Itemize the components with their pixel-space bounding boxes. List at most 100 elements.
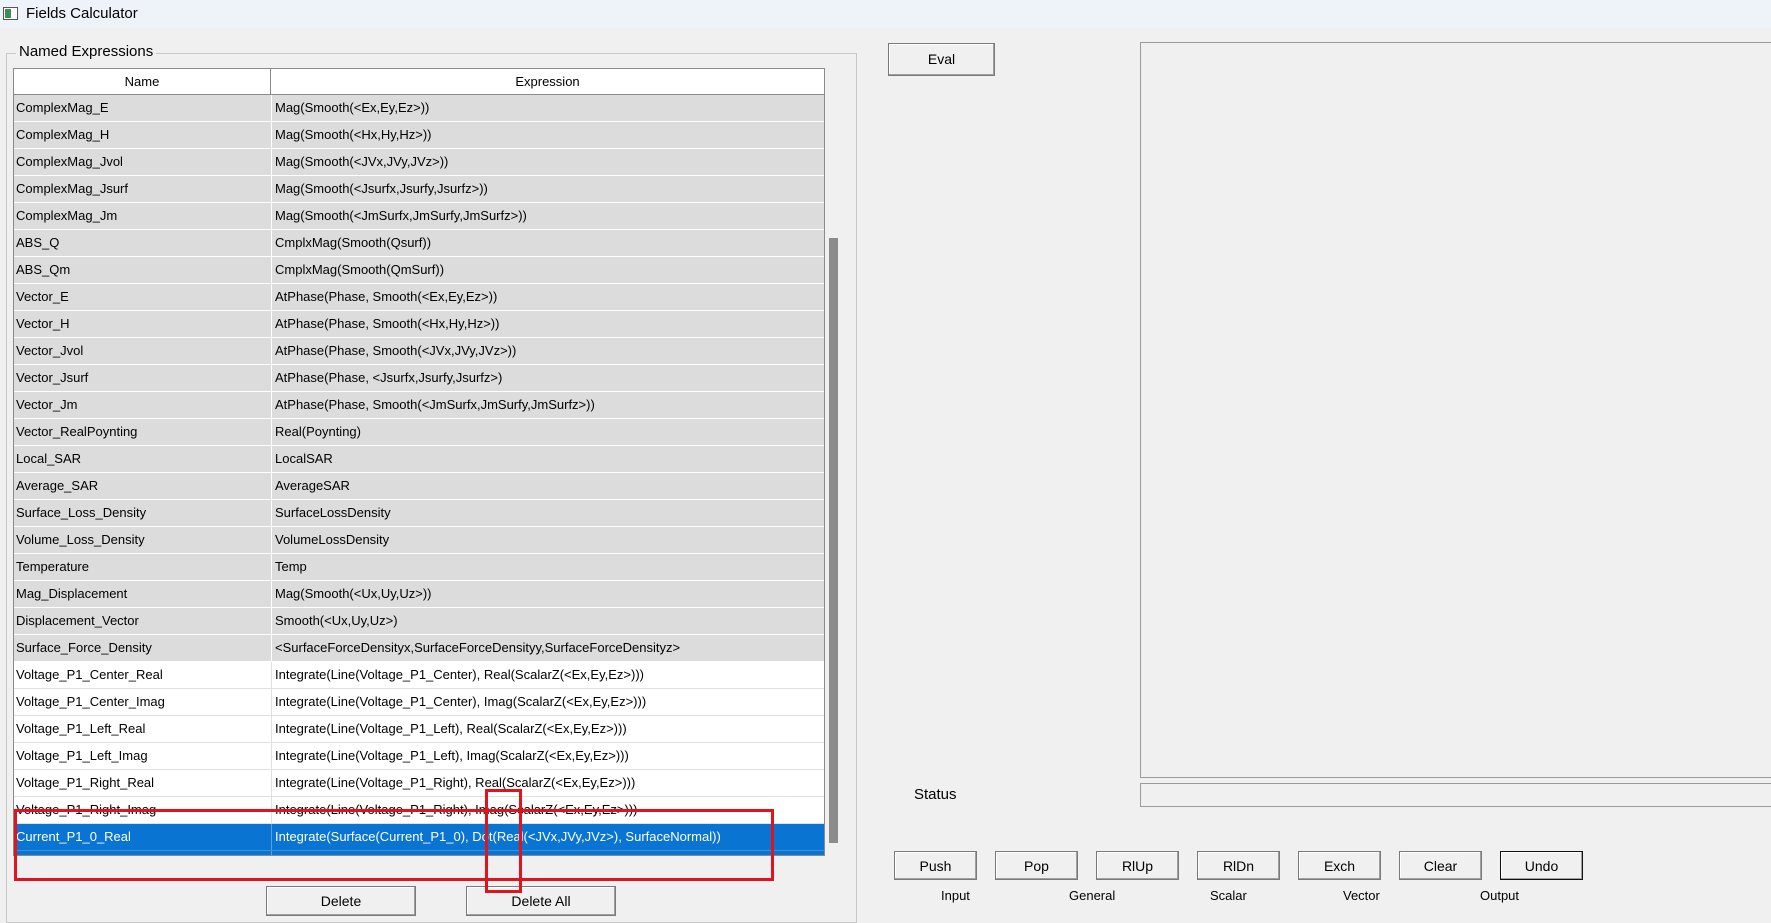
table-row[interactable]: Voltage_P1_Left_Real Integrate(Line(Volta…: [14, 716, 824, 743]
table-row[interactable]: Voltage_P1_Center_Imag Integrate(Line(Vol…: [14, 689, 824, 716]
scrollbar-thumb[interactable]: [829, 238, 838, 843]
cell-expression: Integrate(Line(Voltage_P1_Left), Real(Sc…: [271, 716, 824, 742]
table-row[interactable]: Volume_Loss_Density VolumeLossDensity: [14, 527, 824, 554]
push-button[interactable]: Push: [894, 851, 977, 880]
table-row[interactable]: Current_P1_0_Real Integrate(Surface(Curre…: [14, 824, 824, 851]
table-row[interactable]: Average_SAR AverageSAR: [14, 473, 824, 500]
cell-expression: VolumeLossDensity: [271, 527, 824, 553]
table-body: ComplexMag_E Mag(Smooth(<Ex,Ey,Ez>)) Compl…: [14, 95, 824, 855]
cell-name: ComplexMag_E: [16, 100, 109, 115]
cell-name: Vector_H: [16, 316, 70, 331]
table-row[interactable]: Vector_Jsurf AtPhase(Phase, <Jsurfx,Jsurf…: [14, 365, 824, 392]
cell-name: Local_SAR: [16, 451, 82, 466]
table-row[interactable]: ABS_Qm CmplxMag(Smooth(QmSurf)): [14, 257, 824, 284]
exch-button[interactable]: Exch: [1298, 851, 1381, 880]
cell-expression: Integrate(Line(Voltage_P1_Right), Real(S…: [271, 770, 824, 796]
cell-expression: Integrate(Line(Voltage_P1_Center), Imag(…: [271, 689, 824, 715]
table-header: Name Expression: [14, 69, 824, 95]
category-vector[interactable]: Vector: [1343, 888, 1380, 903]
table-row[interactable]: Displacement_Vector Smooth(<Ux,Uy,Uz>): [14, 608, 824, 635]
column-header-expression[interactable]: Expression: [271, 69, 824, 94]
table-row[interactable]: ABS_Q CmplxMag(Smooth(Qsurf)): [14, 230, 824, 257]
table-row[interactable]: ComplexMag_Jsurf Mag(Smooth(<Jsurfx,Jsurf…: [14, 176, 824, 203]
rlup-button[interactable]: RlUp: [1096, 851, 1179, 880]
cell-name: Average_SAR: [16, 478, 99, 493]
table-row[interactable]: Mag_Displacement Mag(Smooth(<Ux,Uy,Uz>)): [14, 581, 824, 608]
category-scalar[interactable]: Scalar: [1210, 888, 1247, 903]
cell-expression: SurfaceLossDensity: [271, 500, 824, 526]
cell-name: Vector_E: [16, 289, 69, 304]
table-row[interactable]: Voltage_P1_Left_Imag Integrate(Line(Volta…: [14, 743, 824, 770]
cell-name: Voltage_P1_Left_Imag: [16, 748, 148, 763]
cell-name: Voltage_P1_Center_Imag: [16, 694, 165, 709]
cell-expression: Mag(Smooth(<JVx,JVy,JVz>)): [271, 149, 824, 175]
cell-name: Voltage_P1_Right_Imag: [16, 802, 157, 817]
table-row[interactable]: Voltage_P1_Right_Real Integrate(Line(Volt…: [14, 770, 824, 797]
category-general[interactable]: General: [1069, 888, 1115, 903]
table-row[interactable]: Surface_Loss_Density SurfaceLossDensity: [14, 500, 824, 527]
table-row[interactable]: Temperature Temp: [14, 554, 824, 581]
table-row[interactable]: ComplexMag_Jvol Mag(Smooth(<JVx,JVy,JVz>)…: [14, 149, 824, 176]
cell-expression: Smooth(<Ux,Uy,Uz>): [271, 608, 824, 634]
table-row[interactable]: Local_SAR LocalSAR: [14, 446, 824, 473]
cell-name: Surface_Loss_Density: [16, 505, 147, 520]
table-row[interactable]: Vector_RealPoynting Real(Poynting): [14, 419, 824, 446]
cell-name: Voltage_P1_Right_Real: [16, 775, 155, 790]
category-input[interactable]: Input: [941, 888, 970, 903]
cell-expression: Temp: [271, 554, 824, 580]
cell-expression: Mag(Smooth(<Jsurfx,Jsurfy,Jsurfz>)): [271, 176, 824, 202]
cell-name: Surface_Force_Density: [16, 640, 152, 655]
named-expressions-table: Name Expression ComplexMag_E Mag(Smooth(<…: [13, 68, 825, 856]
cell-name: Vector_Jm: [16, 397, 78, 412]
eval-button[interactable]: Eval: [888, 43, 995, 76]
app-icon: [3, 7, 18, 20]
cell-expression: Integrate(Line(Voltage_P1_Right), Imag(S…: [271, 797, 824, 823]
clear-button[interactable]: Clear: [1399, 851, 1482, 880]
table-row[interactable]: Surface_Force_Density <SurfaceForceDensit…: [14, 635, 824, 662]
table-row[interactable]: Voltage_P1_Right_Imag Integrate(Line(Volt…: [14, 797, 824, 824]
cell-name: Vector_Jvol: [16, 343, 84, 358]
delete-button[interactable]: Delete: [266, 886, 416, 916]
cell-expression: <SurfaceForceDensityx,SurfaceForceDensit…: [271, 635, 824, 661]
delete-all-button[interactable]: Delete All: [466, 886, 616, 916]
table-row[interactable]: Vector_Jvol AtPhase(Phase, Smooth(<JVx,JV…: [14, 338, 824, 365]
cell-name: Vector_RealPoynting: [16, 424, 138, 439]
cell-expression: Real(Poynting): [271, 419, 824, 445]
named-expressions-label: Named Expressions: [16, 43, 157, 60]
cell-name: Volume_Loss_Density: [16, 532, 145, 547]
cell-name: ComplexMag_H: [16, 127, 110, 142]
cell-expression: CmplxMag(Smooth(Qsurf)): [271, 230, 824, 256]
window-title: Fields Calculator: [26, 5, 138, 22]
table-row[interactable]: Vector_E AtPhase(Phase, Smooth(<Ex,Ey,Ez>…: [14, 284, 824, 311]
cell-name: ComplexMag_Jvol: [16, 154, 123, 169]
cell-expression: Integrate(Surface(Current_P1_0), Dot(Rea…: [271, 824, 824, 850]
cell-name: Voltage_P1_Left_Real: [16, 721, 146, 736]
column-header-name[interactable]: Name: [14, 69, 271, 94]
table-row[interactable]: ComplexMag_H Mag(Smooth(<Hx,Hy,Hz>)): [14, 122, 824, 149]
cell-name: Voltage_P1_Center_Real: [16, 667, 163, 682]
cell-expression: Mag(Smooth(<JmSurfx,JmSurfy,JmSurfz>)): [271, 203, 824, 229]
table-vertical-scrollbar[interactable]: [825, 68, 843, 856]
category-output[interactable]: Output: [1480, 888, 1519, 903]
cell-name: Current_P1_0_Real: [16, 829, 131, 844]
cell-name: Vector_Jsurf: [16, 370, 89, 385]
table-row[interactable]: ComplexMag_Jm Mag(Smooth(<JmSurfx,JmSurfy…: [14, 203, 824, 230]
cell-name: ABS_Qm: [16, 262, 71, 277]
cell-name: Mag_Displacement: [16, 586, 128, 601]
table-row[interactable]: Current_P1_0_ImagIntegrate(Surface(Curre…: [14, 851, 824, 855]
table-row[interactable]: Voltage_P1_Center_Real Integrate(Line(Vol…: [14, 662, 824, 689]
cell-name: Displacement_Vector: [16, 613, 139, 628]
cell-expression: Integrate(Line(Voltage_P1_Left), Imag(Sc…: [271, 743, 824, 769]
title-bar: Fields Calculator: [0, 0, 1771, 28]
cell-expression: AtPhase(Phase, Smooth(<JmSurfx,JmSurfy,J…: [271, 392, 824, 418]
pop-button[interactable]: Pop: [995, 851, 1078, 880]
status-label: Status: [914, 786, 957, 803]
table-row[interactable]: Vector_H AtPhase(Phase, Smooth(<Hx,Hy,Hz>…: [14, 311, 824, 338]
rldn-button[interactable]: RlDn: [1197, 851, 1280, 880]
table-row[interactable]: ComplexMag_E Mag(Smooth(<Ex,Ey,Ez>)): [14, 95, 824, 122]
undo-button[interactable]: Undo: [1500, 851, 1583, 880]
cell-expression: CmplxMag(Smooth(QmSurf)): [271, 257, 824, 283]
cell-name: ComplexMag_Jsurf: [16, 181, 128, 196]
cell-expression: Mag(Smooth(<Hx,Hy,Hz>)): [271, 122, 824, 148]
table-row[interactable]: Vector_Jm AtPhase(Phase, Smooth(<JmSurfx,…: [14, 392, 824, 419]
